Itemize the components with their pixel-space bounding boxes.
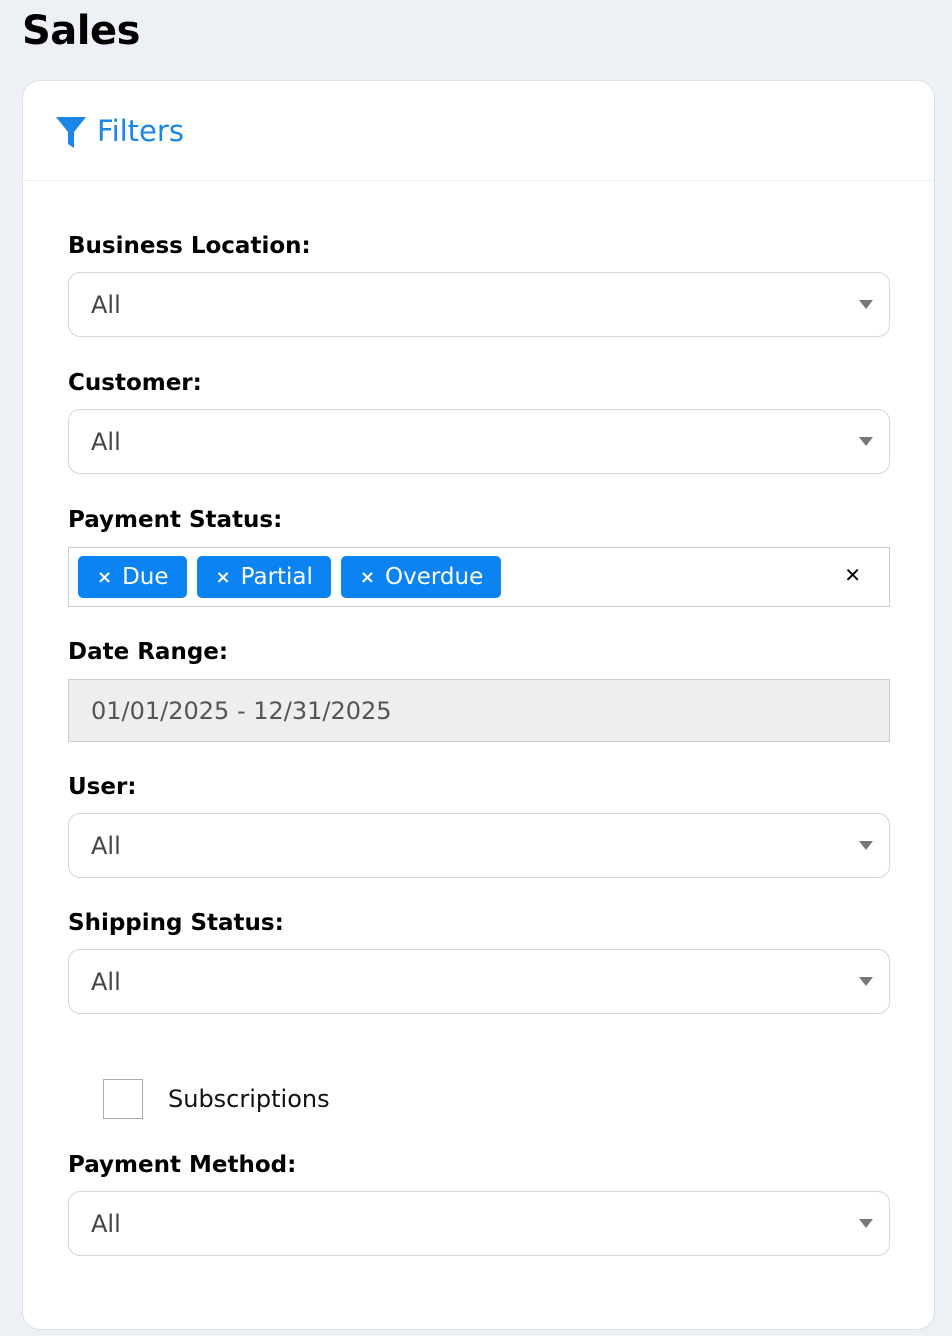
user-select[interactable]: All [68,813,890,878]
payment-method-select[interactable]: All [68,1191,890,1256]
payment-method-label: Payment Method: [68,1152,297,1178]
customer-value: All [91,427,121,456]
tag-label: Partial [240,564,313,590]
chevron-down-icon [859,1219,873,1228]
subscriptions-label: Subscriptions [168,1085,330,1113]
filters-card: Filters Business Location: All Customer:… [22,80,935,1330]
customer-label: Customer: [68,370,202,396]
payment-status-multiselect[interactable]: × Due × Partial × Overdue ✕ [68,547,890,607]
chevron-down-icon [859,300,873,309]
user-label: User: [68,774,137,800]
chevron-down-icon [859,437,873,446]
date-range-label: Date Range: [68,639,229,665]
filters-header[interactable]: Filters [23,81,934,181]
payment-status-tag-due[interactable]: × Due [78,556,187,598]
business-location-select[interactable]: All [68,272,890,337]
payment-method-value: All [91,1209,121,1238]
chevron-down-icon [859,977,873,986]
business-location-label: Business Location: [68,233,311,259]
tag-remove-icon[interactable]: × [360,567,375,588]
payment-status-label: Payment Status: [68,507,283,533]
chevron-down-icon [859,841,873,850]
page-title: Sales [22,8,140,54]
payment-status-tag-partial[interactable]: × Partial [196,556,331,598]
subscriptions-checkbox[interactable] [103,1079,143,1119]
user-value: All [91,831,121,860]
tag-label: Overdue [385,564,484,590]
clear-all-icon[interactable]: ✕ [844,563,861,587]
filter-icon [56,116,86,148]
filters-title: Filters [97,113,184,148]
payment-status-tag-overdue[interactable]: × Overdue [340,556,502,598]
tag-label: Due [122,564,169,590]
date-range-input[interactable]: 01/01/2025 - 12/31/2025 [68,679,890,742]
tag-remove-icon[interactable]: × [97,567,112,588]
subscriptions-row[interactable]: Subscriptions [103,1079,330,1119]
shipping-status-label: Shipping Status: [68,910,284,936]
tag-remove-icon[interactable]: × [216,567,231,588]
shipping-status-value: All [91,967,121,996]
customer-select[interactable]: All [68,409,890,474]
shipping-status-select[interactable]: All [68,949,890,1014]
business-location-value: All [91,290,121,319]
